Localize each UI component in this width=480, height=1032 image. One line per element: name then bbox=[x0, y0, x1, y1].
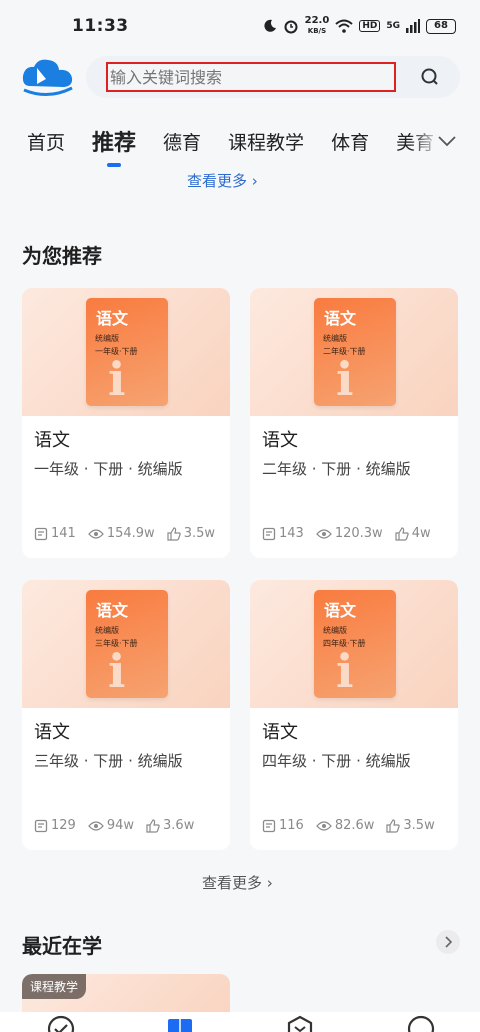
alarm-icon bbox=[284, 20, 298, 34]
textbook-cover: 语文 统编版 二年级·下册 i bbox=[314, 298, 396, 406]
chevron-down-icon[interactable] bbox=[438, 135, 456, 147]
course-cover: 语文 统编版 二年级·下册 i bbox=[250, 288, 458, 416]
course-subtitle: 四年级 · 下册 · 统编版 bbox=[262, 752, 411, 770]
network-type: 5G bbox=[386, 21, 400, 31]
thumbs-up-icon bbox=[395, 526, 409, 541]
recent-more-button[interactable] bbox=[436, 930, 460, 954]
course-card[interactable]: 语文 统编版 三年级·下册 i 语文 三年级 · 下册 · 统编版 129 94… bbox=[22, 580, 230, 850]
course-stats: 141 154.9w 3.5w bbox=[34, 526, 227, 541]
tab-moral-education[interactable]: 德育 bbox=[163, 128, 201, 155]
moon-icon bbox=[264, 19, 276, 32]
lesson-book-icon bbox=[34, 527, 48, 540]
course-stats: 116 82.6w 3.5w bbox=[262, 818, 447, 833]
search-input[interactable] bbox=[106, 62, 396, 92]
category-tag: 课程教学 bbox=[22, 974, 87, 999]
course-title: 语文 bbox=[34, 430, 70, 451]
see-more-link-recommend[interactable]: 查看更多 › bbox=[202, 872, 273, 893]
network-speed: 22.0 KB/S bbox=[304, 15, 330, 36]
tabs-expand[interactable] bbox=[410, 116, 480, 166]
profile-icon[interactable] bbox=[406, 1014, 436, 1032]
lesson-book-icon bbox=[34, 819, 48, 832]
textbook-cover: 语文 统编版 四年级·下册 i bbox=[314, 590, 396, 698]
search-box[interactable] bbox=[86, 56, 460, 98]
wifi-icon bbox=[335, 19, 353, 33]
thumbs-up-icon bbox=[386, 818, 401, 833]
see-more-link-top[interactable]: 查看更多 › bbox=[187, 170, 258, 191]
battery-indicator: 68 bbox=[426, 18, 456, 34]
course-subtitle: 一年级 · 下册 · 统编版 bbox=[34, 460, 183, 478]
book-open-icon[interactable] bbox=[165, 1014, 195, 1032]
course-title: 语文 bbox=[262, 430, 298, 451]
course-stats: 129 94w 3.6w bbox=[34, 818, 206, 833]
textbook-cover: 语文 统编版 三年级·下册 i bbox=[86, 590, 168, 698]
thumbs-up-icon bbox=[146, 818, 160, 833]
course-stats: 143 120.3w 4w bbox=[262, 526, 443, 541]
tab-course-teaching[interactable]: 课程教学 bbox=[228, 128, 304, 155]
category-tabs: 首页 推荐 德育 课程教学 体育 美育 bbox=[0, 116, 480, 166]
eye-icon bbox=[315, 820, 332, 831]
course-subtitle: 二年级 · 下册 · 统编版 bbox=[262, 460, 411, 478]
course-title: 语文 bbox=[34, 722, 70, 743]
hd-badge: HD bbox=[359, 20, 381, 32]
lesson-book-icon bbox=[262, 819, 276, 832]
eye-icon bbox=[87, 820, 104, 831]
status-bar: 11:33 22.0 KB/S HD 5G 68 bbox=[0, 0, 480, 52]
eye-icon bbox=[315, 528, 332, 539]
signal-icon bbox=[406, 19, 420, 33]
search-icon[interactable] bbox=[420, 67, 440, 87]
tab-sports[interactable]: 体育 bbox=[331, 128, 369, 155]
tab-recommend[interactable]: 推荐 bbox=[92, 125, 136, 157]
status-time: 11:33 bbox=[72, 16, 129, 36]
app-logo-icon[interactable] bbox=[20, 56, 76, 100]
shield-icon[interactable] bbox=[285, 1014, 315, 1032]
chevron-right-icon[interactable] bbox=[444, 936, 452, 948]
lesson-book-icon bbox=[262, 527, 276, 540]
tab-home[interactable]: 首页 bbox=[27, 128, 65, 155]
course-cover: 语文 统编版 三年级·下册 i bbox=[22, 580, 230, 708]
course-card[interactable]: 语文 统编版 二年级·下册 i 语文 二年级 · 下册 · 统编版 143 12… bbox=[250, 288, 458, 558]
status-icons: 22.0 KB/S HD 5G 68 bbox=[263, 16, 456, 36]
header bbox=[0, 52, 480, 104]
section-title-recent: 最近在学 bbox=[22, 934, 102, 958]
course-cover: 语文 统编版 四年级·下册 i bbox=[250, 580, 458, 708]
course-subtitle: 三年级 · 下册 · 统编版 bbox=[34, 752, 183, 770]
thumbs-up-icon bbox=[167, 526, 181, 541]
eye-icon bbox=[87, 528, 104, 539]
course-title: 语文 bbox=[262, 722, 298, 743]
textbook-cover: 语文 统编版 一年级·下册 i bbox=[86, 298, 168, 406]
course-cover: 语文 统编版 一年级·下册 i bbox=[22, 288, 230, 416]
course-card[interactable]: 语文 统编版 四年级·下册 i 语文 四年级 · 下册 · 统编版 116 82… bbox=[250, 580, 458, 850]
section-title-recommend: 为您推荐 bbox=[22, 244, 102, 268]
check-circle-icon[interactable] bbox=[46, 1014, 76, 1032]
course-card[interactable]: 语文 统编版 一年级·下册 i 语文 一年级 · 下册 · 统编版 141 15… bbox=[22, 288, 230, 558]
